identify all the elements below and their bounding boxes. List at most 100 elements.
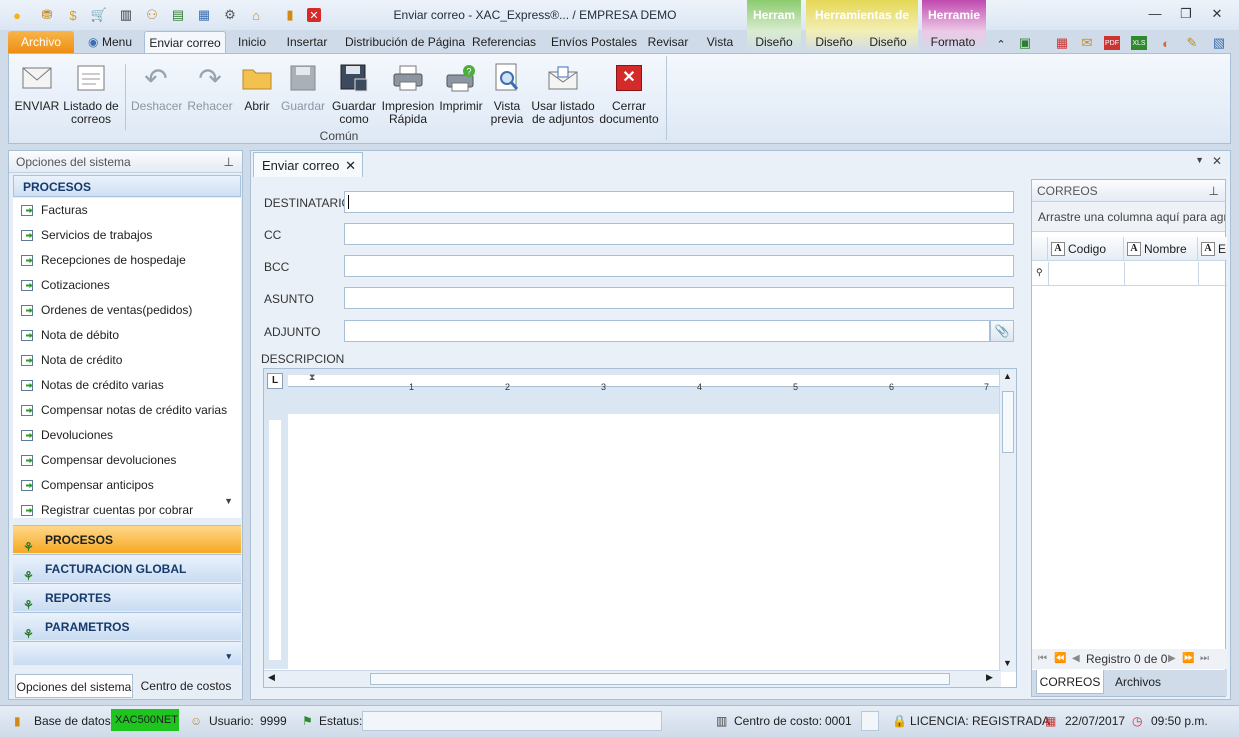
prev-page-icon[interactable]: ⏪ (1054, 649, 1066, 669)
paperclip-icon[interactable]: 📎 (990, 320, 1014, 342)
list-item[interactable]: Cotizaciones (13, 273, 241, 298)
scroll-down-icon[interactable]: ▼ (1003, 658, 1012, 668)
asunto-field[interactable] (344, 287, 1014, 309)
impresion-rapida-button[interactable]: Impresion Rápida (381, 62, 435, 126)
scroll-up-icon[interactable]: ▲ (1003, 371, 1012, 381)
scroll-down-icon[interactable]: ▼ (224, 496, 233, 506)
list-item[interactable]: Servicios de trabajos (13, 223, 241, 248)
pdf-icon[interactable]: PDF (1104, 36, 1120, 50)
tab-diseno-1[interactable]: Diseño (753, 31, 795, 53)
usar-listado-adjuntos-button[interactable]: Usar listado de adjuntos (531, 62, 595, 126)
tab-distribucion[interactable]: Distribución de Página (345, 31, 465, 53)
tab-envios-postales[interactable]: Envíos Postales (551, 31, 637, 53)
nav-facturacion-global[interactable]: ⚘ FACTURACION GLOBAL (13, 554, 241, 583)
first-record-icon[interactable]: ⏮ (1038, 649, 1047, 669)
tab-insertar[interactable]: Insertar (284, 31, 330, 53)
apps-icon[interactable]: ▧ (1210, 34, 1228, 52)
list-item[interactable]: Devoluciones (13, 423, 241, 448)
close-tab-icon[interactable]: ✕ (345, 153, 356, 178)
tab-referencias[interactable]: Referencias (472, 31, 536, 53)
tab-diseno-2[interactable]: Diseño (813, 31, 855, 53)
tab-diseno-3[interactable]: Diseño (867, 31, 909, 53)
list-item[interactable]: Nota de crédito (13, 348, 241, 373)
tab-archivo[interactable]: Archivo (8, 31, 74, 53)
pin-icon[interactable]: ⊥ (1209, 180, 1219, 202)
prev-record-icon[interactable]: ◀ (1072, 649, 1080, 669)
rehacer-button[interactable]: ↷ Rehacer (185, 62, 235, 113)
tab-list-icon[interactable]: ▼ (1195, 155, 1204, 165)
vertical-ruler (264, 414, 288, 669)
tab-formato[interactable]: Formato (929, 31, 977, 53)
destinatario-field[interactable] (344, 191, 1014, 213)
nav-overflow[interactable]: ▾ (13, 641, 241, 665)
bcc-field[interactable] (344, 255, 1014, 277)
next-page-icon[interactable]: ⏩ (1182, 649, 1194, 669)
collapse-ribbon-icon[interactable]: ⌃ (992, 35, 1010, 53)
list-item[interactable]: Compensar anticipos (13, 473, 241, 498)
column-e[interactable]: AE (1198, 237, 1227, 261)
column-codigo[interactable]: A Codigo (1048, 237, 1124, 261)
indent-marker-icon[interactable]: ⧗ (309, 372, 315, 383)
column-nombre[interactable]: A Nombre (1124, 237, 1198, 261)
tab-revisar[interactable]: Revisar (646, 31, 690, 53)
list-item[interactable]: Notas de crédito varias (13, 373, 241, 398)
list-item[interactable]: Compensar notas de crédito varias (13, 398, 241, 423)
tab-archivos[interactable]: Archivos (1108, 670, 1168, 694)
tab-enviar-correo-doc[interactable]: Enviar correo ✕ (253, 152, 363, 177)
guardar-como-button[interactable]: Guardar como (329, 62, 379, 126)
abrir-button[interactable]: Abrir (239, 62, 275, 113)
pin-icon[interactable]: ⊥ (224, 151, 234, 173)
close-window-button[interactable]: ✕ (1207, 6, 1227, 24)
cerrar-documento-button[interactable]: ✕ Cerrar documento (597, 62, 661, 126)
calendar-icon[interactable]: ▦ (1053, 34, 1071, 52)
tab-enviar-correo[interactable]: Enviar correo (144, 31, 226, 53)
guardar-button[interactable]: Guardar (281, 62, 325, 113)
vista-previa-button[interactable]: Vista previa (487, 62, 527, 126)
list-item[interactable]: Nota de débito (13, 323, 241, 348)
process-arrow-icon (21, 430, 33, 441)
tab-vista[interactable]: Vista (704, 31, 736, 53)
vertical-scroll-thumb[interactable] (1002, 391, 1014, 453)
adjunto-field[interactable] (344, 320, 990, 342)
tab-stop-icon[interactable]: L (267, 373, 283, 389)
horizontal-scroll-thumb[interactable] (370, 673, 950, 685)
help-globe-icon[interactable]: ◐ (1157, 34, 1175, 52)
minimize-button[interactable]: — (1145, 6, 1165, 24)
tab-correos[interactable]: CORREOS (1036, 670, 1104, 694)
edit-icon[interactable]: ✎ (1183, 34, 1201, 52)
tab-menu[interactable]: ◉ Menu (86, 31, 132, 53)
tab-centro-costos[interactable]: Centro de costos (135, 674, 237, 698)
list-item[interactable]: Ordenes de ventas(pedidos) (13, 298, 241, 323)
next-record-icon[interactable]: ▶ (1168, 649, 1176, 669)
cc-field[interactable] (344, 223, 1014, 245)
scroll-right-icon[interactable]: ▶ (986, 672, 993, 683)
nav-parametros[interactable]: ⚘ PARAMETROS (13, 612, 241, 641)
tab-inicio[interactable]: Inicio (236, 31, 268, 53)
close-panel-icon[interactable]: ✕ (1212, 154, 1222, 168)
list-item[interactable]: Registrar cuentas por cobrar (13, 498, 241, 518)
window-layout-icon[interactable]: ▣ (1016, 34, 1034, 52)
enviar-button[interactable]: ENVIAR (13, 62, 61, 113)
maximize-button[interactable]: ❐ (1176, 6, 1196, 24)
scroll-left-icon[interactable]: ◀ (268, 672, 275, 683)
list-item[interactable]: Compensar devoluciones (13, 448, 241, 473)
deshacer-button[interactable]: ↶ Deshacer (131, 62, 182, 113)
rich-text-editor[interactable]: L 1 2 3 4 5 6 7 ⧗ ▲ ▼ ◀ ▶ (263, 368, 1017, 688)
editor-vertical-scrollbar[interactable]: ▲ ▼ (999, 369, 1016, 672)
editor-page[interactable] (288, 414, 1001, 669)
tab-opciones-sistema[interactable]: Opciones del sistema (15, 674, 133, 698)
listado-correos-button[interactable]: Listado de correos (63, 62, 119, 126)
procesos-section-header[interactable]: PROCESOS (13, 175, 241, 197)
filter-row[interactable]: ⚲ (1032, 262, 1227, 286)
mail-star-icon[interactable]: ✉ (1078, 34, 1096, 52)
nav-reportes[interactable]: ⚘ REPORTES (13, 583, 241, 612)
editor-horizontal-scrollbar[interactable]: ◀ ▶ (264, 670, 1001, 687)
list-item[interactable]: Facturas (13, 198, 241, 223)
list-item[interactable]: Recepciones de hospedaje (13, 248, 241, 273)
group-by-area[interactable]: Arrastre una columna aquí para agrupar (1032, 202, 1225, 232)
xls-icon[interactable]: XLS (1131, 36, 1147, 50)
nav-procesos[interactable]: ⚘ PROCESOS (13, 525, 241, 554)
imprimir-button[interactable]: ? Imprimir (439, 62, 483, 113)
last-record-icon[interactable]: ⏭ (1200, 649, 1209, 669)
process-arrow-icon (21, 255, 33, 266)
